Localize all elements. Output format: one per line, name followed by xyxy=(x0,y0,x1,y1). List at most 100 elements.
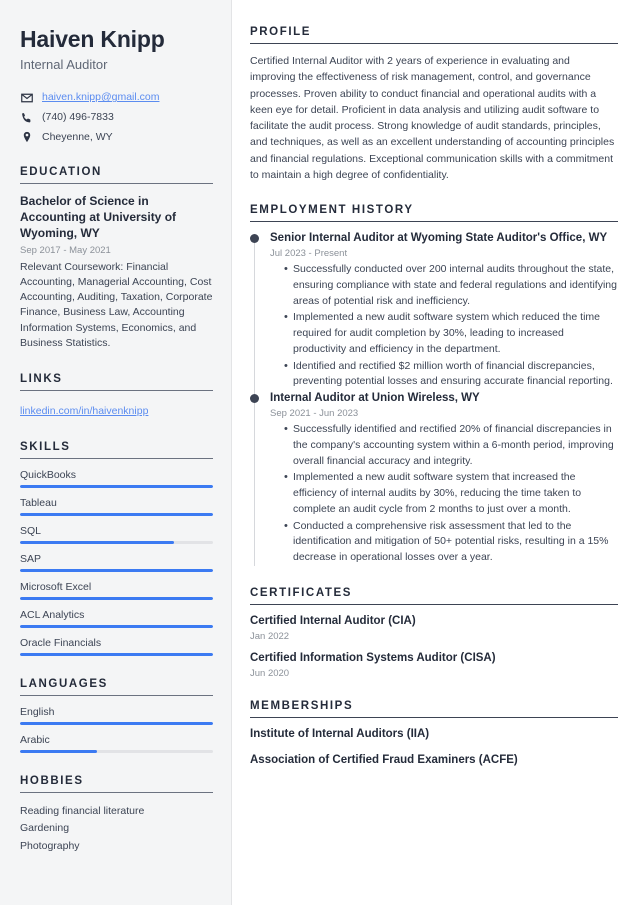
job-title: Internal Auditor at Union Wireless, WY xyxy=(270,392,480,405)
language-bar-fill xyxy=(20,722,213,726)
page-title: Haiven Knipp xyxy=(20,26,165,52)
skill-label: Tableau xyxy=(20,497,57,510)
hobby-item: Reading financial literature xyxy=(20,805,145,818)
education-degree: Bachelor of Science in Accounting at Uni… xyxy=(20,194,177,240)
envelope-icon xyxy=(20,92,33,104)
job-bullets: Successfully identified and rectified 20… xyxy=(270,421,618,566)
skill-bar-track xyxy=(20,597,213,601)
certificate-date: Jan 2022 xyxy=(250,630,290,642)
section-hobbies: HOBBIES Reading financial literature Gar… xyxy=(20,775,213,855)
section-memberships: MEMBERSHIPS Institute of Internal Audito… xyxy=(250,700,618,768)
skill-bar-fill xyxy=(20,569,213,573)
skill-item: ACL Analytics xyxy=(20,609,213,629)
phone-icon xyxy=(20,112,33,124)
contact-list: haiven.knipp@gmail.com (740) 496-7833 Ch… xyxy=(20,91,213,144)
education-description: Relevant Coursework: Financial Accountin… xyxy=(20,260,213,349)
contact-location: Cheyenne, WY xyxy=(20,131,213,145)
section-heading-employment: EMPLOYMENT HISTORY xyxy=(250,204,618,223)
skill-label: Oracle Financials xyxy=(20,637,102,650)
language-label: English xyxy=(20,706,55,719)
certificate-title: Certified Internal Auditor (CIA) xyxy=(250,614,416,627)
skill-label: SAP xyxy=(20,553,42,566)
skill-bar-track xyxy=(20,569,213,573)
language-bar-fill xyxy=(20,750,98,754)
location-value: Cheyenne, WY xyxy=(42,130,113,143)
section-certificates: CERTIFICATES Certified Internal Auditor … xyxy=(250,587,618,679)
skill-item: Oracle Financials xyxy=(20,637,213,657)
skill-bar-fill xyxy=(20,541,175,545)
hobby-item: Photography xyxy=(20,839,80,852)
section-heading-languages: LANGUAGES xyxy=(20,678,213,697)
main-content: PROFILE Certified Internal Auditor with … xyxy=(232,0,640,905)
skill-label: SQL xyxy=(20,525,42,538)
section-heading-profile: PROFILE xyxy=(250,26,618,44)
skill-bar-fill xyxy=(20,513,213,517)
job-bullet: Implemented a new audit software system … xyxy=(284,469,618,517)
skill-label: Microsoft Excel xyxy=(20,581,92,594)
job-entry: Internal Auditor at Union Wireless, WY S… xyxy=(250,391,618,566)
section-heading-education: EDUCATION xyxy=(20,166,213,185)
section-links: LINKS linkedin.com/in/haivenknipp xyxy=(20,373,213,419)
section-profile: PROFILE Certified Internal Auditor with … xyxy=(250,26,618,183)
section-skills: SKILLS QuickBooks Tableau SQL SAP Micros… xyxy=(20,441,213,657)
skill-bar-fill xyxy=(20,597,213,601)
skill-bar-fill xyxy=(20,625,213,629)
certificate-title: Certified Information Systems Auditor (C… xyxy=(250,651,496,664)
language-label: Arabic xyxy=(20,734,50,747)
certificate-entry: Certified Information Systems Auditor (C… xyxy=(250,651,618,679)
section-heading-links: LINKS xyxy=(20,373,213,392)
skill-item: SQL xyxy=(20,525,213,545)
skill-bar-track xyxy=(20,513,213,517)
email-link[interactable]: haiven.knipp@gmail.com xyxy=(42,91,159,105)
skill-bar-fill xyxy=(20,485,213,489)
location-pin-icon xyxy=(20,131,33,143)
language-item: Arabic xyxy=(20,734,213,754)
section-heading-certificates: CERTIFICATES xyxy=(250,587,618,605)
section-heading-skills: SKILLS xyxy=(20,441,213,460)
job-bullet: Implemented a new audit software system … xyxy=(284,309,618,357)
job-title-subtitle: Internal Auditor xyxy=(20,57,108,73)
job-bullets: Successfully conducted over 200 internal… xyxy=(270,261,618,391)
section-education: EDUCATION Bachelor of Science in Account… xyxy=(20,166,213,351)
section-languages: LANGUAGES English Arabic xyxy=(20,678,213,754)
membership-item: Association of Certified Fraud Examiners… xyxy=(250,753,518,766)
phone-value: (740) 496-7833 xyxy=(42,110,114,123)
job-bullet: Successfully conducted over 200 internal… xyxy=(284,261,618,309)
linkedin-link[interactable]: linkedin.com/in/haivenknipp xyxy=(20,405,148,417)
job-entry: Senior Internal Auditor at Wyoming State… xyxy=(250,231,618,394)
contact-email[interactable]: haiven.knipp@gmail.com xyxy=(20,91,213,105)
skill-label: ACL Analytics xyxy=(20,609,85,622)
contact-phone: (740) 496-7833 xyxy=(20,111,213,125)
skill-item: Microsoft Excel xyxy=(20,581,213,601)
language-bar-track xyxy=(20,722,213,726)
certificate-date: Jun 2020 xyxy=(250,667,290,679)
job-bullet: Successfully identified and rectified 20… xyxy=(284,421,618,469)
hobby-item: Gardening xyxy=(20,822,70,835)
education-date: Sep 2017 - May 2021 xyxy=(20,244,111,256)
skill-bar-track xyxy=(20,485,213,489)
skill-label: QuickBooks xyxy=(20,469,77,482)
skill-bar-track xyxy=(20,625,213,629)
job-title: Senior Internal Auditor at Wyoming State… xyxy=(270,232,608,245)
section-heading-hobbies: HOBBIES xyxy=(20,775,213,794)
profile-text: Certified Internal Auditor with 2 years … xyxy=(250,55,615,181)
skill-bar-track xyxy=(20,541,213,545)
section-employment-history: EMPLOYMENT HISTORY Senior Internal Audit… xyxy=(250,204,618,566)
job-date: Jul 2023 - Present xyxy=(270,248,348,260)
skill-bar-fill xyxy=(20,653,213,657)
skill-item: QuickBooks xyxy=(20,469,213,489)
skill-item: Tableau xyxy=(20,497,213,517)
language-item: English xyxy=(20,706,213,726)
language-bar-track xyxy=(20,750,213,754)
certificate-entry: Certified Internal Auditor (CIA) Jan 202… xyxy=(250,614,618,642)
job-date: Sep 2021 - Jun 2023 xyxy=(270,408,359,419)
skill-item: SAP xyxy=(20,553,213,573)
section-heading-memberships: MEMBERSHIPS xyxy=(250,700,618,718)
membership-item: Institute of Internal Auditors (IIA) xyxy=(250,727,430,740)
job-bullet: Identified and rectified $2 million wort… xyxy=(284,358,618,391)
skill-bar-track xyxy=(20,653,213,657)
sidebar: Haiven Knipp Internal Auditor haiven.kni… xyxy=(0,0,232,905)
employment-timeline: Senior Internal Auditor at Wyoming State… xyxy=(250,231,618,566)
job-bullet: Conducted a comprehensive risk assessmen… xyxy=(284,517,618,566)
resume-document: Haiven Knipp Internal Auditor haiven.kni… xyxy=(0,0,640,905)
